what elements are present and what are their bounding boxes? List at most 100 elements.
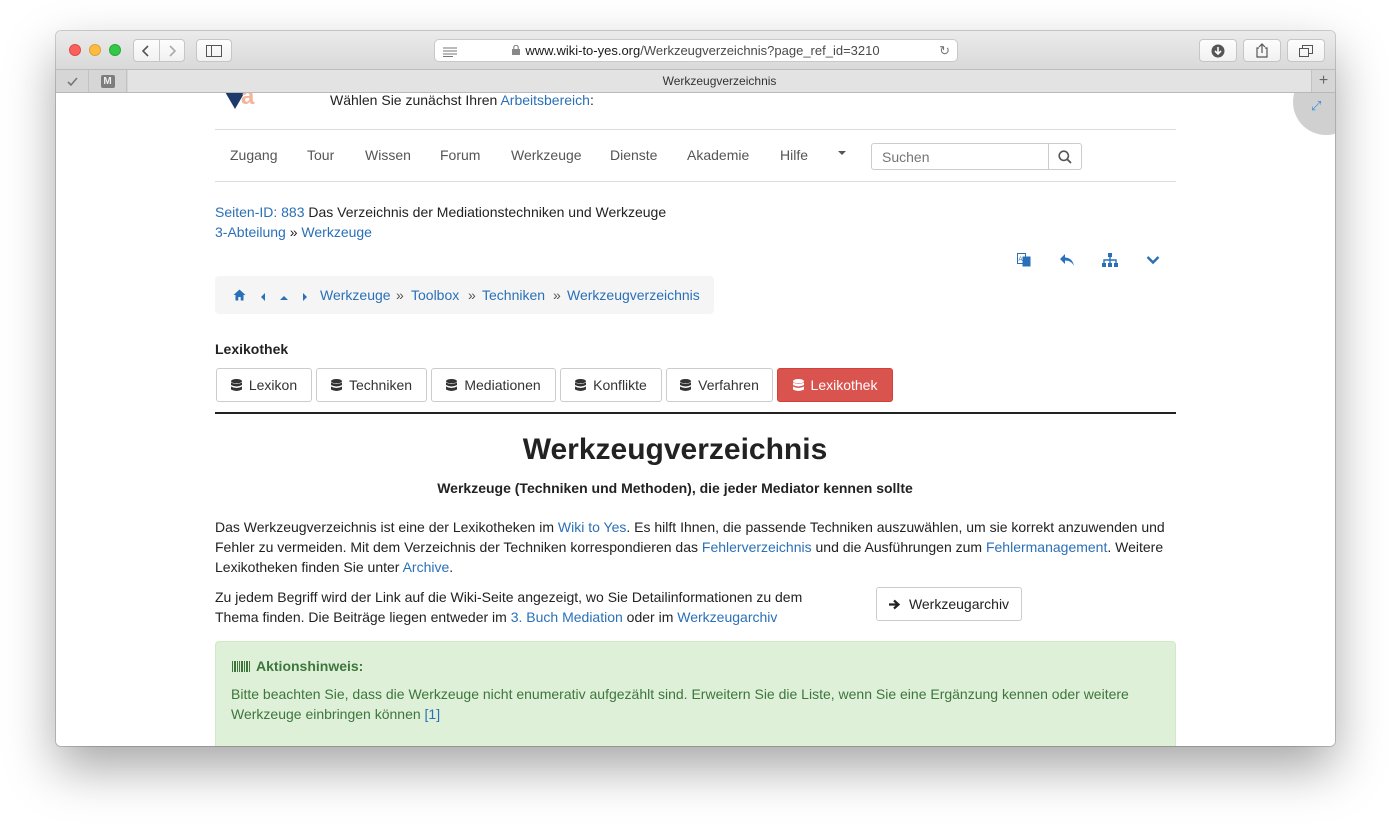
- tab-label: Techniken: [348, 377, 413, 393]
- home-icon[interactable]: [233, 288, 246, 304]
- detail-paragraph: Zu jedem Begriff wird der Link auf die W…: [215, 589, 803, 625]
- tab-lexikothek[interactable]: Lexikothek: [777, 368, 893, 402]
- nav-item-wissen[interactable]: Wissen: [365, 147, 411, 163]
- share-icon: [1256, 43, 1268, 58]
- sidebar-icon: [206, 44, 222, 57]
- breadcrumb-separator: »: [396, 287, 404, 303]
- share-button[interactable]: [1243, 39, 1281, 62]
- intro-paragraph: Das Werkzeugverzeichnis ist eine der Lex…: [215, 519, 1165, 575]
- caret-up-icon[interactable]: [279, 288, 289, 304]
- reply-icon: [1060, 254, 1074, 266]
- main-nav: Zugang Tour Wissen Forum Werkzeuge Diens…: [215, 129, 1176, 182]
- breadcrumb-item[interactable]: Techniken: [482, 287, 545, 303]
- workspace-link[interactable]: Arbeitsbereich: [500, 93, 590, 108]
- back-button[interactable]: [134, 40, 159, 61]
- workspace-prompt: Wählen Sie zunächst Ihren Arbeitsbereich…: [330, 93, 594, 108]
- tab-label: Lexikon: [248, 377, 298, 393]
- footnote-link[interactable]: [1]: [425, 706, 441, 722]
- site-logo[interactable]: a: [215, 93, 271, 111]
- tabs-icon: [1299, 44, 1313, 57]
- minimize-window-button[interactable]: [89, 44, 101, 56]
- page-title: Werkzeugverzeichnis: [522, 433, 828, 466]
- database-icon: [680, 378, 692, 391]
- search-icon: [1058, 149, 1072, 164]
- sitemap-icon: [1102, 253, 1118, 267]
- database-icon: [330, 378, 342, 391]
- nav-item-akademie[interactable]: Akademie: [687, 147, 749, 163]
- breadcrumb-item[interactable]: Werkzeuge: [320, 287, 391, 303]
- werkzeugarchiv-link[interactable]: Werkzeugarchiv: [677, 609, 777, 625]
- werkzeugarchiv-button[interactable]: Werkzeugarchiv: [876, 587, 1022, 621]
- nav-item-zugang[interactable]: Zugang: [230, 147, 277, 163]
- tab-label: Konflikte: [593, 377, 647, 393]
- forward-button[interactable]: [158, 40, 184, 61]
- button-label: Werkzeugarchiv: [908, 596, 1010, 612]
- fehlerverzeichnis-link[interactable]: Fehlerverzeichnis: [702, 539, 812, 555]
- tab-lexikon[interactable]: Lexikon: [216, 368, 312, 402]
- browser-window: www.wiki-to-yes.org/Werkzeugverzeichnis?…: [56, 31, 1335, 746]
- arrow-right-icon: [888, 599, 901, 609]
- maximize-window-button[interactable]: [109, 44, 121, 56]
- nav-item-forum[interactable]: Forum: [440, 147, 480, 163]
- caret-left-icon[interactable]: [260, 289, 266, 305]
- reader-icon[interactable]: [443, 45, 457, 60]
- chevron-right-icon: [169, 44, 176, 57]
- tab-label: Mediationen: [464, 377, 541, 393]
- close-window-button[interactable]: [69, 44, 81, 56]
- breadcrumb-item[interactable]: Toolbox: [411, 287, 459, 303]
- breadcrumb-item-current[interactable]: Werkzeugverzeichnis: [567, 287, 700, 303]
- fullscreen-corner[interactable]: ⤢: [1293, 93, 1335, 135]
- fehlermanagement-link[interactable]: Fehlermanagement: [986, 539, 1107, 555]
- buch-mediation-link[interactable]: 3. Buch Mediation: [511, 609, 623, 625]
- archive-link[interactable]: Archive: [403, 559, 450, 575]
- search-button[interactable]: [1048, 144, 1081, 169]
- address-bar[interactable]: www.wiki-to-yes.org/Werkzeugverzeichnis?…: [434, 39, 958, 62]
- translate-tool[interactable]: A: [1014, 250, 1034, 270]
- url-path: /Werkzeugverzeichnis?page_ref_id=3210: [640, 43, 880, 58]
- nav-dropdown-caret[interactable]: [838, 151, 846, 155]
- tab-label: Verfahren: [698, 377, 759, 393]
- nav-item-tour[interactable]: Tour: [307, 147, 334, 163]
- action-notice: Aktionshinweis: Bitte beachten Sie, dass…: [215, 641, 1176, 746]
- sidebar-toggle-button[interactable]: [196, 39, 232, 62]
- favorite-check[interactable]: [56, 70, 89, 92]
- browser-toolbar: www.wiki-to-yes.org/Werkzeugverzeichnis?…: [56, 31, 1335, 70]
- download-icon: [1211, 44, 1225, 57]
- active-tab[interactable]: Werkzeugverzeichnis: [128, 70, 1311, 92]
- page-subtitle: Werkzeuge (Techniken und Methoden), die …: [437, 480, 913, 496]
- section-line: 3-Abteilung » Werkzeuge: [215, 224, 372, 240]
- expand-tool[interactable]: [1143, 250, 1163, 270]
- search-input[interactable]: [872, 144, 1048, 169]
- nav-item-dienste[interactable]: Dienste: [610, 147, 657, 163]
- search-box: [871, 143, 1082, 170]
- tab-konflikte[interactable]: Konflikte: [560, 368, 662, 402]
- database-icon: [792, 378, 804, 391]
- page-id-link[interactable]: Seiten-ID: 883: [215, 204, 305, 220]
- url-host: www.wiki-to-yes.org: [525, 43, 641, 58]
- reload-icon[interactable]: ↻: [939, 43, 950, 59]
- section-link[interactable]: 3-Abteilung: [215, 224, 286, 240]
- nav-item-werkzeuge[interactable]: Werkzeuge: [511, 147, 582, 163]
- sitemap-tool[interactable]: [1100, 250, 1120, 270]
- nav-item-hilfe[interactable]: Hilfe: [780, 147, 808, 163]
- reply-tool[interactable]: [1057, 250, 1077, 270]
- downloads-button[interactable]: [1199, 39, 1237, 62]
- m-favicon: M: [100, 74, 115, 88]
- database-icon: [575, 378, 587, 391]
- new-tab-button[interactable]: +: [1311, 70, 1335, 92]
- breadcrumb-separator: »: [468, 287, 476, 303]
- checkmark-icon: [66, 76, 78, 86]
- show-tabs-button[interactable]: [1287, 39, 1325, 62]
- notice-heading: Aktionshinweis:: [232, 658, 363, 674]
- breadcrumb: Werkzeuge » Toolbox » Techniken » Werkze…: [215, 276, 714, 314]
- favorite-m[interactable]: M: [89, 70, 127, 92]
- tab-verfahren[interactable]: Verfahren: [666, 368, 773, 402]
- tab-techniken[interactable]: Techniken: [316, 368, 427, 402]
- wiki-to-yes-link[interactable]: Wiki to Yes: [558, 519, 626, 535]
- chevron-down-icon: [1146, 256, 1160, 265]
- section-link-werkzeuge[interactable]: Werkzeuge: [301, 224, 372, 240]
- breadcrumb-separator: »: [553, 287, 561, 303]
- tab-mediationen[interactable]: Mediationen: [431, 368, 556, 402]
- caret-right-icon[interactable]: [302, 289, 308, 305]
- svg-text:A: A: [1019, 257, 1023, 263]
